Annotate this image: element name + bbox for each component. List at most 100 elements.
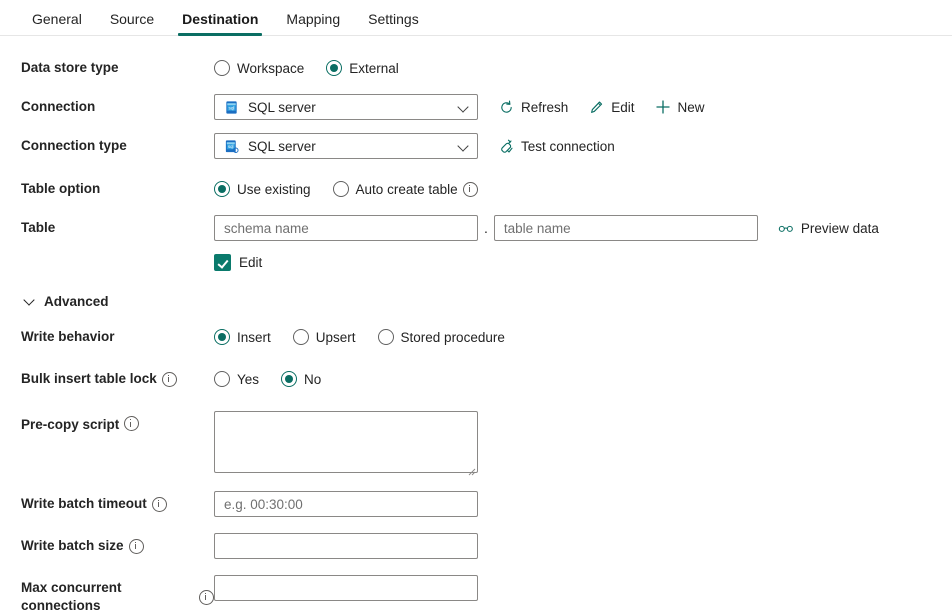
tab-source-label: Source	[110, 11, 154, 27]
connection-dropdown[interactable]: sql SQL server	[214, 94, 478, 120]
table-actions: Preview data	[778, 220, 879, 236]
tab-settings-label: Settings	[368, 11, 419, 27]
write-batch-timeout-label-wrap: Write batch timeout	[0, 490, 214, 513]
write-behavior-field: Insert Upsert Stored procedure	[214, 323, 952, 351]
plus-icon	[655, 99, 671, 115]
new-connection-label: New	[678, 100, 705, 115]
edit-checkbox-box	[214, 254, 231, 271]
row-write-batch-size: Write batch size	[0, 532, 952, 562]
radio-insert-dot	[214, 329, 230, 345]
tab-destination[interactable]: Destination	[168, 12, 272, 35]
info-icon[interactable]	[129, 539, 144, 554]
sql-server-icon: sql	[224, 100, 239, 115]
glasses-icon	[778, 220, 794, 236]
write-batch-timeout-input[interactable]	[214, 491, 478, 517]
plug-icon	[498, 138, 514, 154]
table-name-input[interactable]	[494, 215, 758, 241]
tab-settings[interactable]: Settings	[354, 12, 433, 35]
preview-data-label: Preview data	[801, 221, 879, 236]
tab-source[interactable]: Source	[96, 12, 168, 35]
table-option-field: Use existing Auto create table	[214, 175, 952, 203]
write-batch-size-label-wrap: Write batch size	[0, 532, 214, 555]
radio-external-dot	[326, 60, 342, 76]
connection-actions: Refresh Edit	[498, 99, 705, 115]
pre-copy-script-textarea[interactable]	[214, 411, 478, 473]
radio-insert[interactable]: Insert	[214, 329, 271, 345]
row-table-edit-checkbox: Edit	[0, 248, 952, 278]
info-icon[interactable]	[162, 372, 177, 387]
radio-external-label: External	[349, 61, 399, 76]
bulk-insert-table-lock-label-wrap: Bulk insert table lock	[0, 365, 214, 388]
connection-type-value: SQL server	[248, 139, 450, 154]
row-pre-copy-script: Pre-copy script	[0, 411, 952, 476]
write-behavior-label: Write behavior	[0, 323, 214, 346]
row-write-behavior: Write behavior Insert Upsert Stored proc…	[0, 323, 952, 353]
radio-workspace[interactable]: Workspace	[214, 60, 304, 76]
write-behavior-radio-group: Insert Upsert Stored procedure	[214, 329, 505, 345]
row-connection: Connection sql SQL server	[0, 93, 952, 123]
row-bulk-insert-table-lock: Bulk insert table lock Yes No	[0, 365, 952, 395]
write-batch-size-label: Write batch size	[21, 537, 124, 555]
connection-type-label: Connection type	[0, 132, 214, 155]
write-batch-size-field	[214, 532, 952, 560]
pre-copy-script-label-wrap: Pre-copy script	[0, 411, 214, 434]
write-batch-timeout-label: Write batch timeout	[21, 495, 147, 513]
info-icon[interactable]	[152, 497, 167, 512]
connection-field: sql SQL server Refresh	[214, 93, 952, 121]
info-icon[interactable]	[199, 590, 214, 605]
max-concurrent-connections-label-wrap: Max concurrent connections	[0, 574, 214, 615]
tab-mapping[interactable]: Mapping	[272, 12, 354, 35]
radio-external[interactable]: External	[326, 60, 399, 76]
preview-data-button[interactable]: Preview data	[778, 220, 879, 236]
svg-text:sql: sql	[228, 144, 234, 149]
tab-bar: General Source Destination Mapping Setti…	[0, 0, 952, 36]
radio-upsert[interactable]: Upsert	[293, 329, 356, 345]
table-edit-spacer	[0, 248, 214, 253]
test-connection-button[interactable]: Test connection	[498, 138, 615, 154]
bulk-insert-table-lock-radio-group: Yes No	[214, 371, 321, 387]
advanced-section-toggle[interactable]: Advanced	[0, 294, 952, 309]
tab-general-label: General	[32, 11, 82, 27]
edit-checkbox[interactable]: Edit	[214, 254, 262, 271]
table-option-label: Table option	[0, 175, 214, 198]
pencil-icon	[588, 99, 604, 115]
radio-auto-create-table[interactable]: Auto create table	[333, 181, 478, 197]
radio-stored-procedure[interactable]: Stored procedure	[378, 329, 505, 345]
info-icon[interactable]	[463, 182, 478, 197]
refresh-icon	[498, 99, 514, 115]
connection-type-dropdown[interactable]: sql SQL server	[214, 133, 478, 159]
write-batch-timeout-field	[214, 490, 952, 518]
schema-name-input[interactable]	[214, 215, 478, 241]
radio-use-existing-dot	[214, 181, 230, 197]
tab-destination-label: Destination	[182, 11, 258, 27]
pre-copy-script-wrap	[214, 411, 478, 476]
max-concurrent-connections-field	[214, 574, 952, 602]
radio-insert-label: Insert	[237, 330, 271, 345]
edit-connection-button[interactable]: Edit	[588, 99, 634, 115]
radio-use-existing[interactable]: Use existing	[214, 181, 311, 197]
row-table: Table . Preview data	[0, 214, 952, 244]
pre-copy-script-field	[214, 411, 952, 476]
connection-label: Connection	[0, 93, 214, 116]
radio-upsert-dot	[293, 329, 309, 345]
row-write-batch-timeout: Write batch timeout	[0, 490, 952, 520]
radio-bulk-lock-no-dot	[281, 371, 297, 387]
max-concurrent-connections-input[interactable]	[214, 575, 478, 601]
radio-workspace-dot	[214, 60, 230, 76]
destination-form: Data store type Workspace External Conne…	[0, 36, 952, 615]
refresh-button[interactable]: Refresh	[498, 99, 568, 115]
radio-bulk-lock-yes[interactable]: Yes	[214, 371, 259, 387]
advanced-label: Advanced	[44, 294, 109, 309]
connection-value: SQL server	[248, 100, 450, 115]
tab-general[interactable]: General	[18, 12, 96, 35]
info-icon[interactable]	[124, 416, 139, 431]
new-connection-button[interactable]: New	[655, 99, 705, 115]
chevron-down-icon	[24, 296, 35, 307]
connection-type-actions: Test connection	[498, 138, 615, 154]
radio-bulk-lock-yes-dot	[214, 371, 230, 387]
write-batch-size-input[interactable]	[214, 533, 478, 559]
radio-bulk-lock-no[interactable]: No	[281, 371, 321, 387]
data-store-type-label: Data store type	[0, 54, 214, 77]
table-edit-field: Edit	[214, 248, 952, 276]
pre-copy-script-label: Pre-copy script	[21, 416, 119, 434]
